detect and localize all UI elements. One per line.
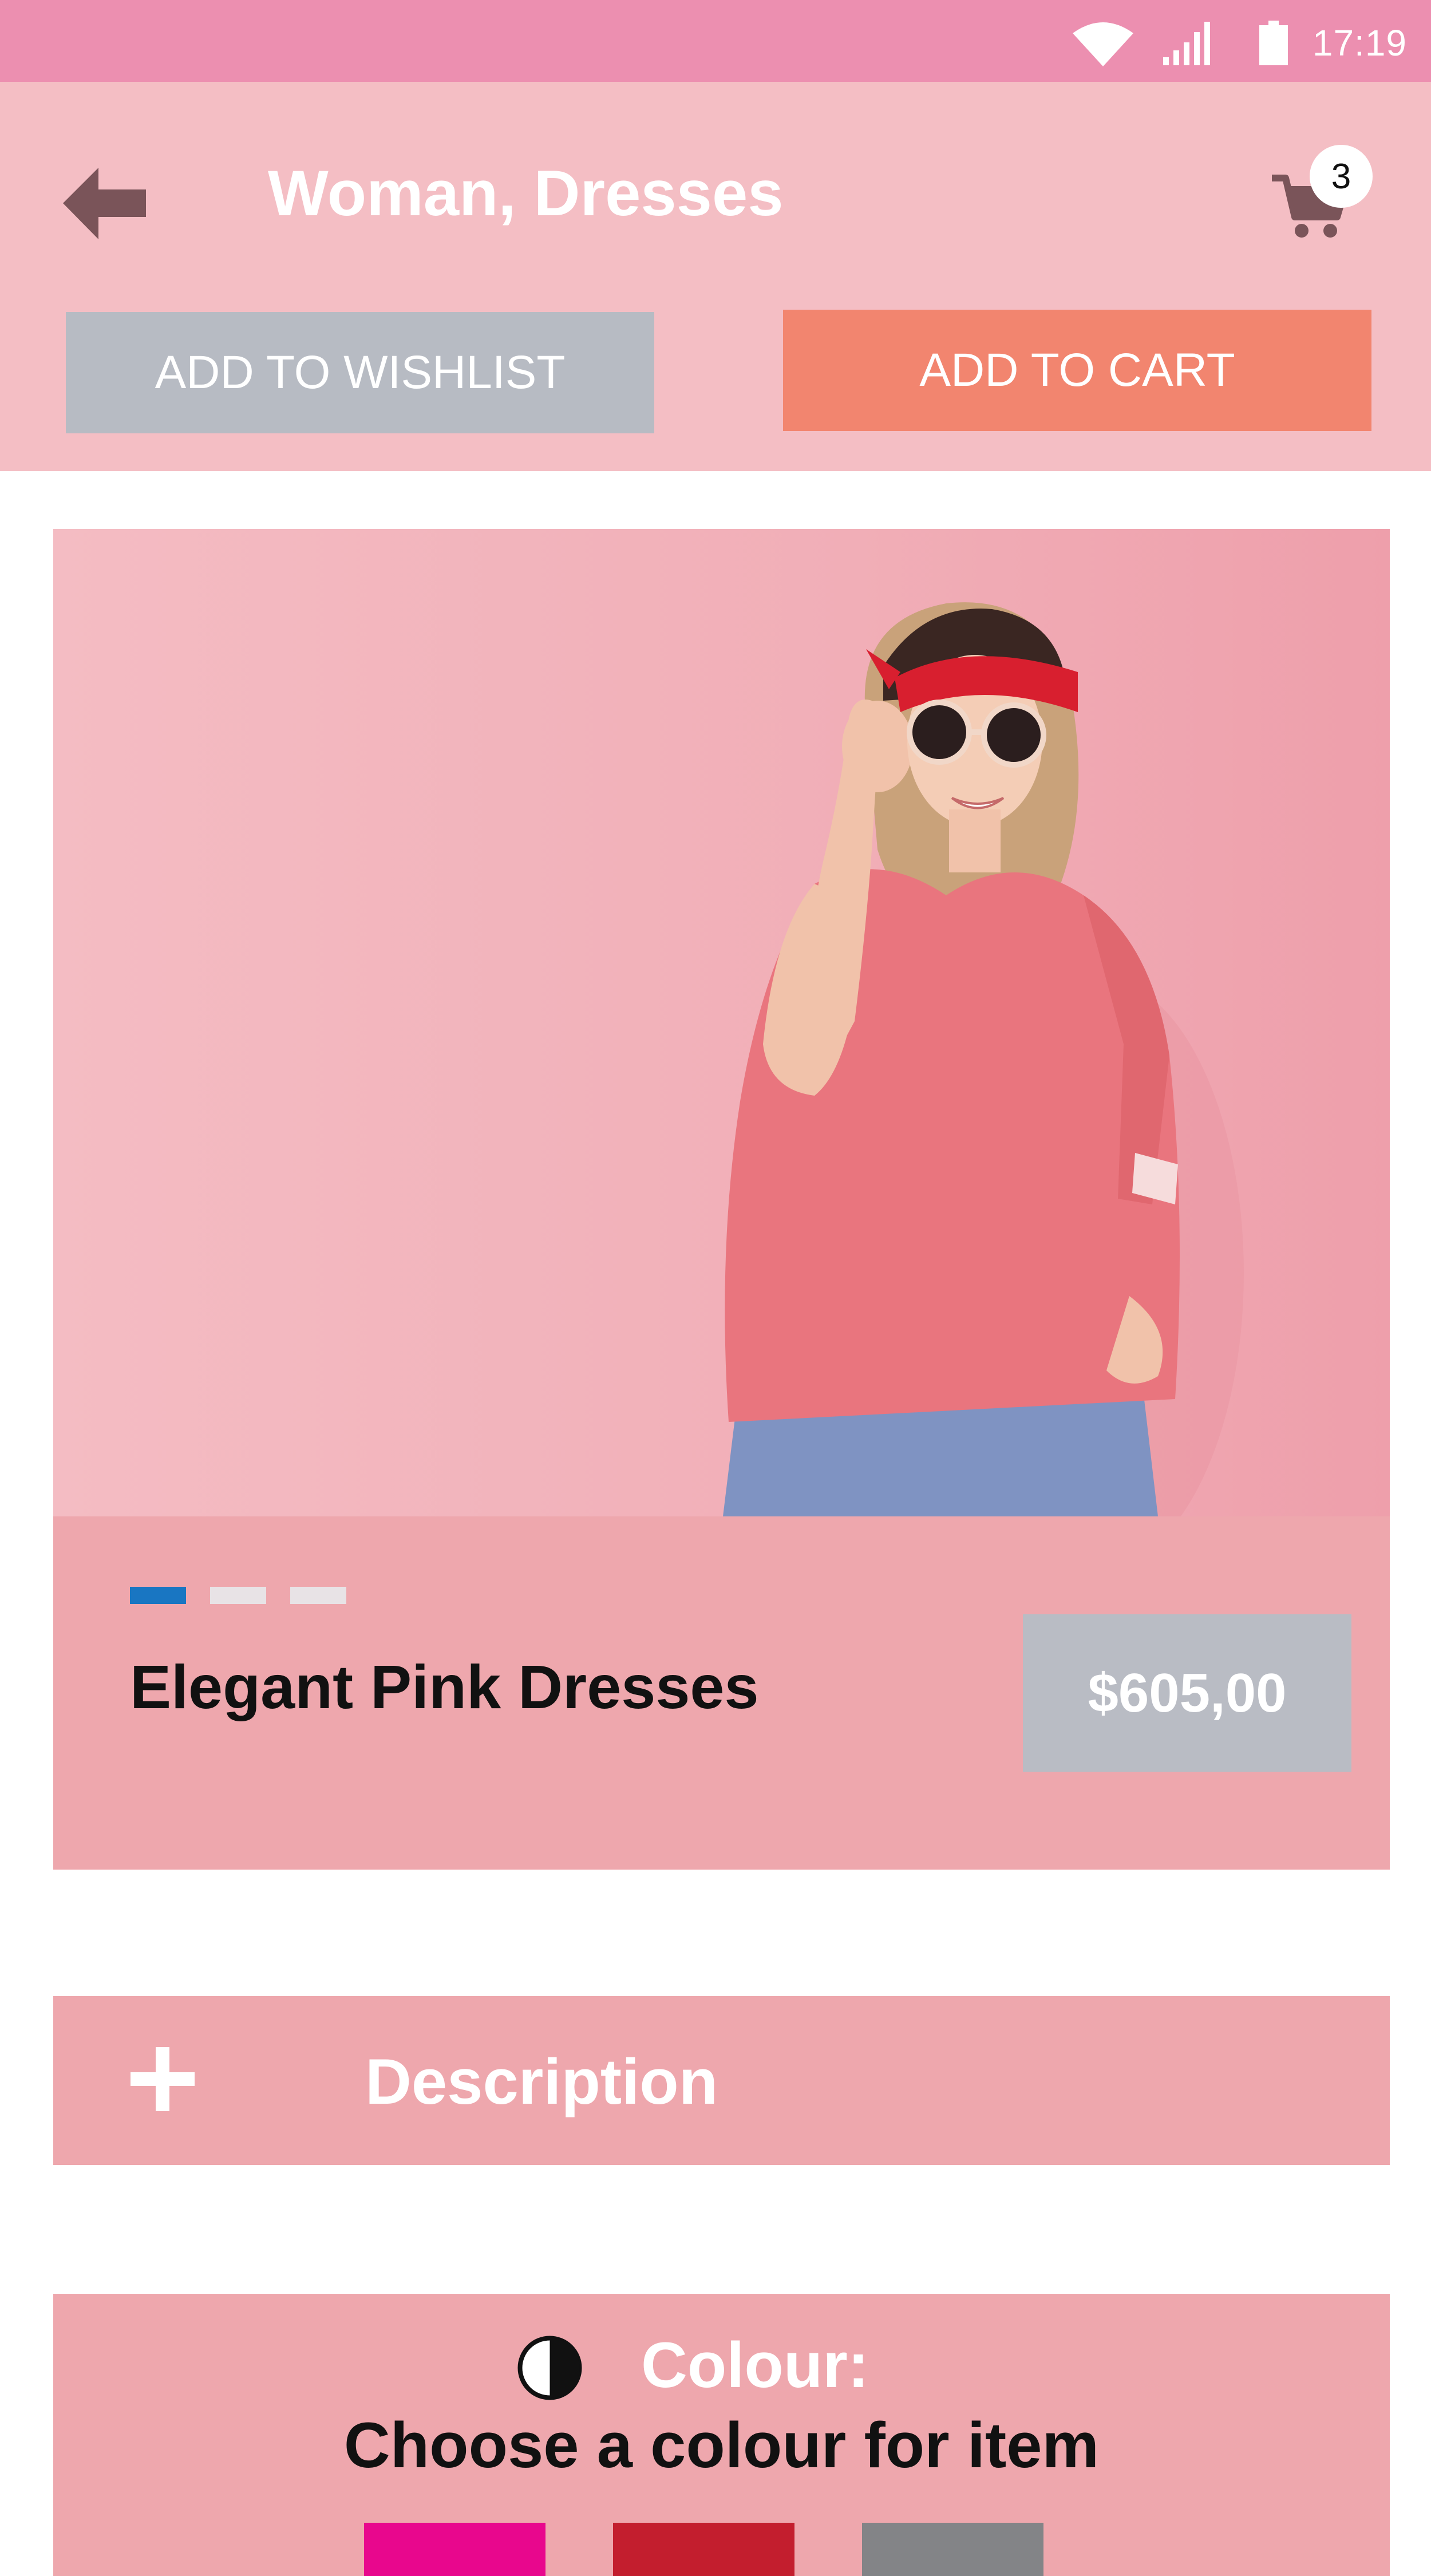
product-price: $605,00 <box>1088 1662 1287 1724</box>
woman-photo-illustration <box>723 602 1244 1516</box>
description-label: Description <box>365 2046 718 2117</box>
colour-section: Colour: Choose a colour for item <box>53 2294 1390 2576</box>
back-arrow-icon[interactable] <box>63 168 146 239</box>
wifi-icon <box>1073 22 1133 66</box>
product-name: Elegant Pink Dresses <box>130 1652 759 1721</box>
carousel-dot[interactable] <box>210 1587 266 1604</box>
product-image <box>53 529 1390 1516</box>
colour-swatch-pink[interactable] <box>364 2523 545 2576</box>
plus-icon <box>131 2047 195 2111</box>
colour-title: Colour: <box>641 2329 869 2401</box>
carousel-dot[interactable] <box>290 1587 346 1604</box>
colour-swatch-gray[interactable] <box>862 2523 1043 2576</box>
cart-count-badge: 3 <box>1310 145 1373 208</box>
contrast-icon <box>517 2336 582 2400</box>
price-box: $605,00 <box>1023 1614 1351 1772</box>
colour-subtitle: Choose a colour for item <box>343 2409 1100 2481</box>
status-time: 17:19 <box>1312 22 1407 64</box>
colour-swatch-red[interactable] <box>613 2523 794 2576</box>
signal-icon <box>1163 22 1210 65</box>
battery-icon <box>1259 21 1288 65</box>
add-to-wishlist-button[interactable]: ADD TO WISHLIST <box>66 312 654 433</box>
add-to-cart-button[interactable]: ADD TO CART <box>783 310 1371 431</box>
carousel-indicators <box>130 1587 346 1604</box>
product-card: Elegant Pink Dresses $605,00 <box>53 529 1390 1870</box>
status-bar: 17:19 <box>0 0 1431 82</box>
page-title: Woman, Dresses <box>268 157 784 229</box>
carousel-dot[interactable] <box>130 1587 186 1604</box>
description-accordion[interactable]: Description <box>53 1996 1390 2165</box>
